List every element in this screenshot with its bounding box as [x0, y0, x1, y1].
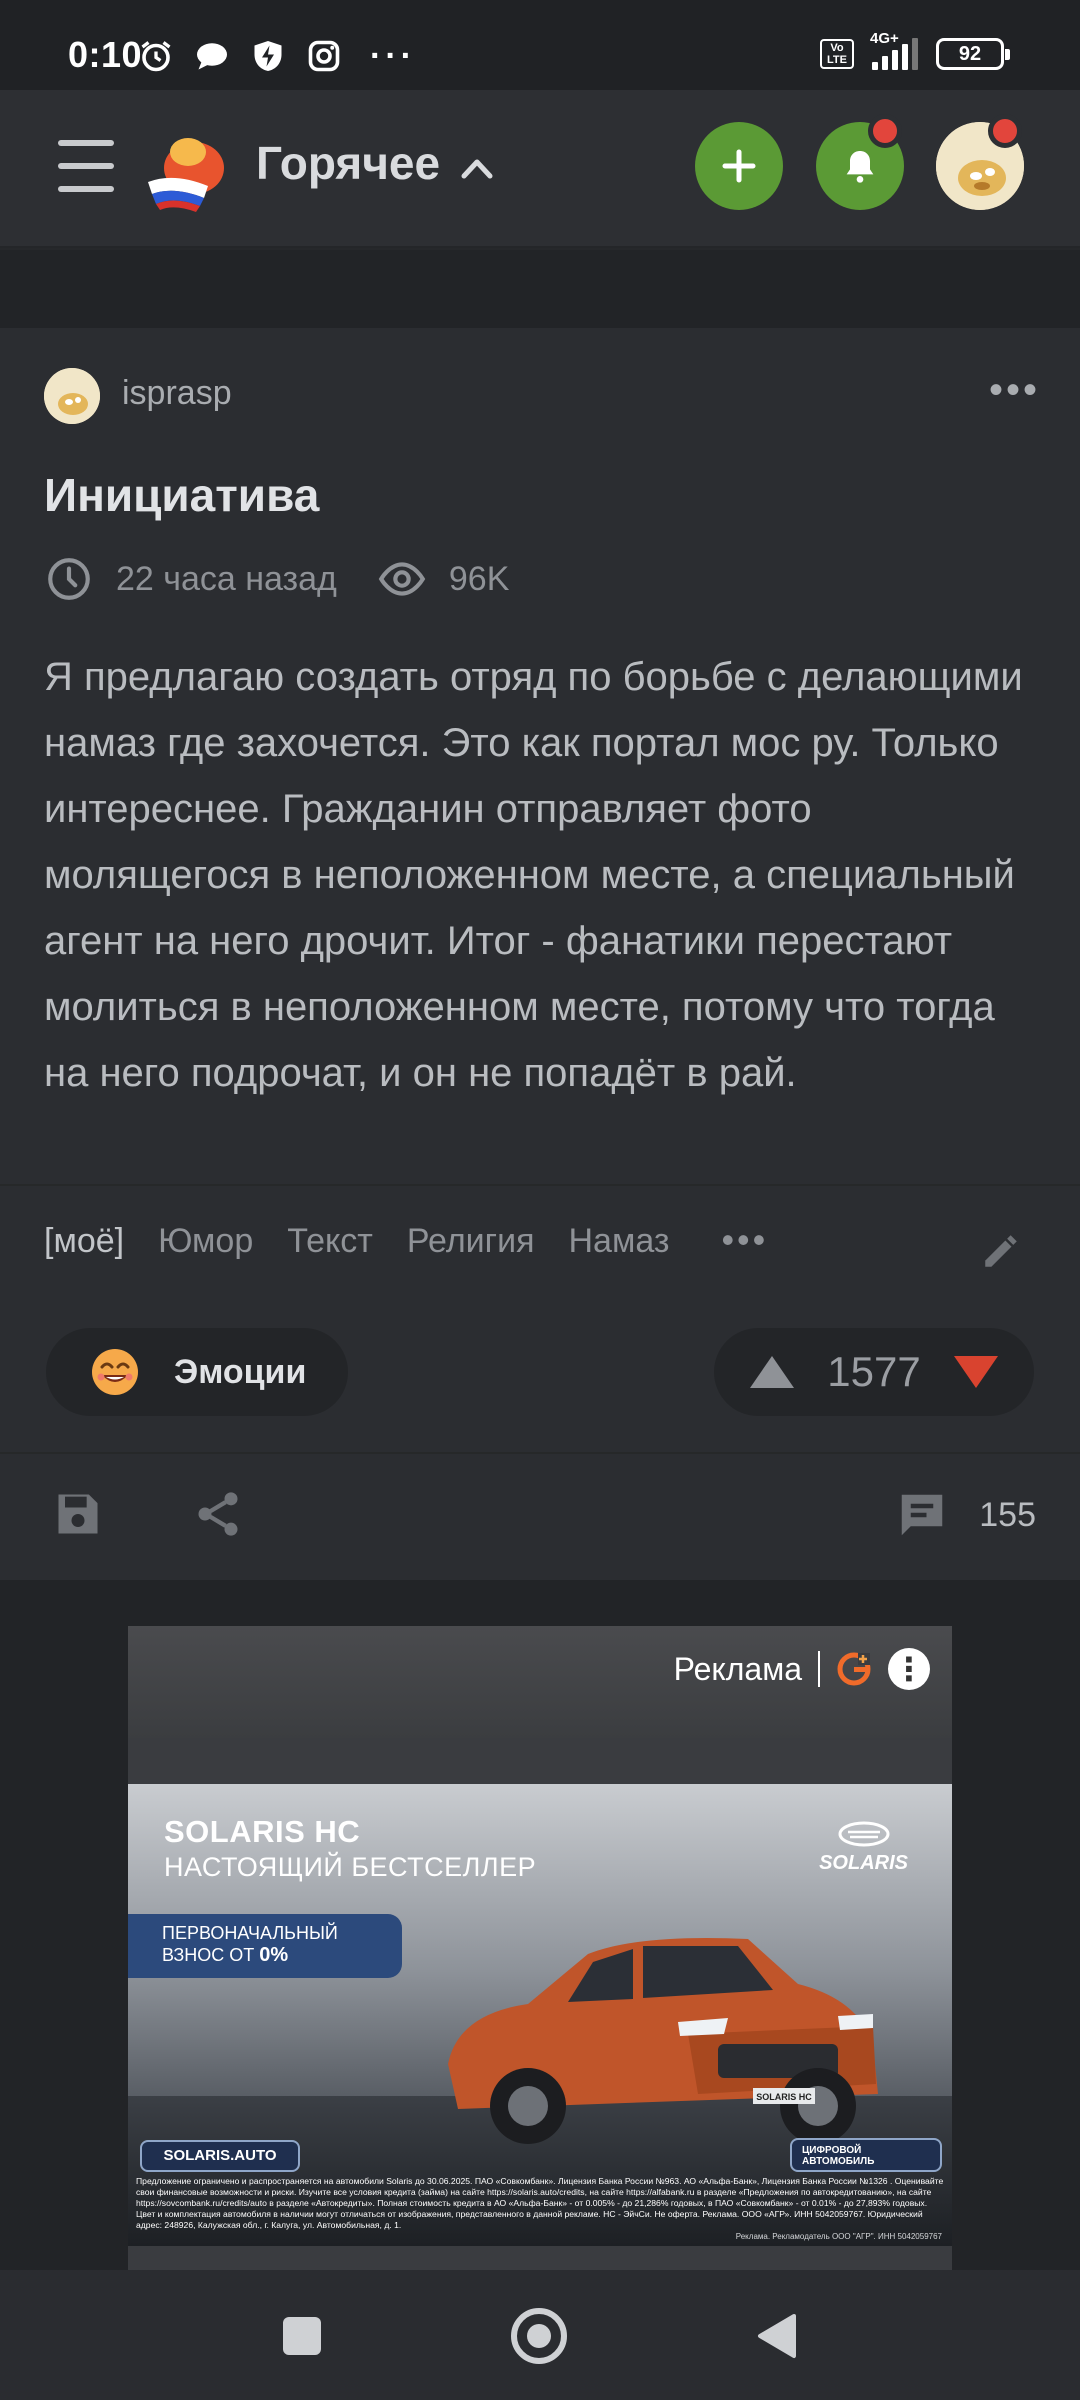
- signal-strength-icon: 4G+: [870, 30, 918, 70]
- more-tags-button[interactable]: •••: [721, 1222, 768, 1261]
- ad-offer: ПЕРВОНАЧАЛЬНЫЙ ВЗНОС ОТ 0%: [128, 1914, 402, 1978]
- ad-card[interactable]: Реклама SOLARIS HC НАСТОЯЩИЙ БЕСТСЕЛЛЕР …: [128, 1626, 952, 2270]
- status-bar: 0:10 ··· Vo LTE 4G+ 92: [0, 0, 1080, 90]
- post-title[interactable]: Инициатива: [44, 468, 319, 522]
- tag-item[interactable]: Юмор: [158, 1222, 253, 1261]
- digital-line-2: АВТОМОБИЛЬ: [802, 2156, 875, 2167]
- digital-line-1: ЦИФРОВОЙ: [802, 2145, 862, 2156]
- shield-bolt-icon: [254, 41, 282, 71]
- feed-spacer: [0, 250, 1080, 328]
- ad-headline: SOLARIS HC: [164, 1814, 361, 1849]
- ad-section: Реклама SOLARIS HC НАСТОЯЩИЙ БЕСТСЕЛЛЕР …: [0, 1580, 1080, 2270]
- tag-item[interactable]: Религия: [407, 1222, 535, 1261]
- home-button[interactable]: [511, 2308, 567, 2364]
- emotions-label: Эмоции: [174, 1352, 307, 1391]
- post-more-icon[interactable]: •••: [989, 370, 1040, 410]
- ad-subheadline: НАСТОЯЩИЙ БЕСТСЕЛЛЕР: [164, 1852, 537, 1882]
- tag-item[interactable]: [моё]: [44, 1222, 124, 1261]
- rating-widget: 1577: [714, 1328, 1034, 1416]
- chat-bubble-icon: [197, 43, 227, 70]
- volte-icon: Vo LTE: [820, 39, 854, 69]
- brand-emblem-icon: [838, 1821, 890, 1847]
- ad-site-button[interactable]: SOLARIS.AUTO: [140, 2140, 300, 2172]
- emotions-button[interactable]: Эмоции: [46, 1328, 348, 1416]
- instagram-icon: [308, 40, 340, 72]
- tag-item[interactable]: Текст: [287, 1222, 373, 1261]
- notification-icons: ···: [138, 38, 416, 74]
- post-time: 22 часа назад: [116, 559, 337, 598]
- post-actions: 155: [0, 1452, 1080, 1580]
- ad-options-icon[interactable]: [888, 1648, 930, 1690]
- screen: 0:10 ··· Vo LTE 4G+ 92 Горячее isprasp •…: [0, 0, 1080, 2400]
- author-name[interactable]: isprasp: [122, 374, 232, 413]
- rating-value: 1577: [827, 1348, 921, 1395]
- battery-indicator: 92: [936, 38, 1010, 70]
- avatar-badge: [988, 114, 1022, 148]
- notification-badge: [868, 114, 902, 148]
- offer-line-2: ВЗНОС ОТ: [162, 1945, 255, 1965]
- bell-icon: [846, 151, 874, 183]
- system-indicators: Vo LTE 4G+ 92: [820, 30, 1010, 70]
- clock-icon: [48, 558, 90, 600]
- chevron-up-icon[interactable]: [460, 154, 494, 180]
- status-time: 0:10: [68, 34, 143, 75]
- brand-name: SOLARIS: [819, 1852, 908, 1874]
- smiling-face-icon: [92, 1349, 138, 1395]
- tag-list: [моё] Юмор Текст Религия Намаз •••: [44, 1222, 768, 1261]
- solaris-logo: SOLARIS: [819, 1820, 908, 1875]
- digital-car-badge: ЦИФРОВОЙ АВТОМОБИЛЬ: [790, 2138, 942, 2172]
- post-views: 96K: [448, 559, 510, 598]
- more-notifications-icon: ···: [370, 37, 416, 75]
- offer-line-1: ПЕРВОНАЧАЛЬНЫЙ: [162, 1923, 338, 1943]
- add-post-button[interactable]: [695, 122, 783, 210]
- post-body: Я предлагаю создать отряд по борьбе с де…: [44, 655, 1023, 1095]
- tags-row: [моё] Юмор Текст Религия Намаз •••: [0, 1184, 1080, 1292]
- save-icon[interactable]: [52, 1488, 104, 1540]
- post-meta: 22 часа назад 96K: [44, 554, 509, 604]
- plus-icon: [722, 149, 756, 183]
- comment-icon: [902, 1494, 943, 1536]
- alarm-icon: [141, 41, 171, 72]
- back-icon[interactable]: [754, 2312, 798, 2360]
- ad-label: Реклама: [673, 1650, 802, 1687]
- comments-count: 155: [979, 1495, 1036, 1534]
- upvote-icon[interactable]: [746, 1352, 798, 1392]
- author-avatar[interactable]: [44, 368, 100, 424]
- car-plate-text: SOLARIS HC: [756, 2092, 812, 2102]
- system-nav-bar: [0, 2270, 1080, 2400]
- pencil-icon[interactable]: [980, 1230, 1022, 1272]
- eye-icon: [378, 562, 426, 596]
- menu-icon[interactable]: [58, 140, 114, 192]
- network-type: 4G+: [870, 30, 899, 47]
- ad-network-icon[interactable]: [836, 1651, 872, 1687]
- share-icon[interactable]: [192, 1488, 244, 1540]
- app-header: Горячее: [0, 90, 1080, 248]
- downvote-icon[interactable]: [950, 1352, 1002, 1392]
- ad-advertiser: Реклама. Рекламодатель ООО "АГР". ИНН 50…: [735, 2232, 942, 2241]
- feed-title[interactable]: Горячее: [256, 136, 440, 190]
- car-image: SOLARIS HC: [448, 1938, 878, 2144]
- recents-button[interactable]: [283, 2317, 321, 2355]
- comments-button[interactable]: 155: [895, 1488, 1036, 1542]
- offer-value: 0%: [259, 1944, 289, 1966]
- ad-banner[interactable]: SOLARIS HC НАСТОЯЩИЙ БЕСТСЕЛЛЕР SOLARIS …: [128, 1784, 952, 2246]
- post-card: isprasp ••• Инициатива 22 часа назад 96K…: [0, 328, 1080, 1580]
- pikabu-logo-icon[interactable]: [144, 128, 232, 212]
- ad-label-row: Реклама: [674, 1648, 930, 1690]
- tag-item[interactable]: Намаз: [568, 1222, 669, 1261]
- ad-disclaimer: Предложение ограничено и распространяетс…: [136, 2176, 944, 2230]
